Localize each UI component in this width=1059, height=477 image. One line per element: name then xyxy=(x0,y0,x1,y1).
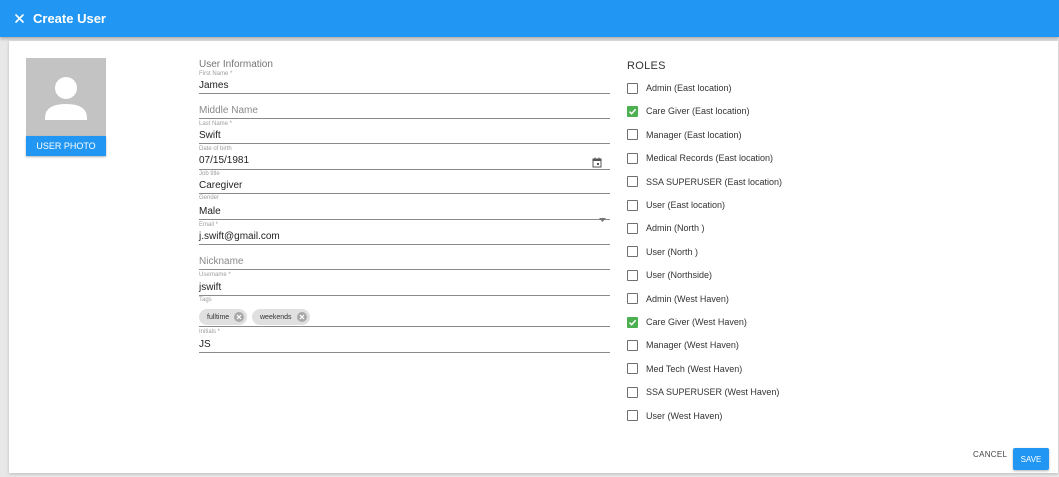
tag-chip-label: fulltime xyxy=(207,313,230,321)
date-of-birth-field[interactable]: Date of birth 07/15/1981 xyxy=(199,146,610,170)
role-label: SSA SUPERUSER (West Haven) xyxy=(646,387,780,398)
roles-title: ROLES xyxy=(627,60,666,72)
app-bar: Create User xyxy=(0,0,1059,37)
role-checkbox[interactable] xyxy=(627,129,638,141)
role-checkbox[interactable] xyxy=(627,82,638,94)
initials-value: JS xyxy=(199,339,211,350)
nickname-placeholder: Nickname xyxy=(199,256,244,267)
remove-tag-icon[interactable] xyxy=(296,312,307,322)
role-item[interactable]: Care Giver (West Haven) xyxy=(627,315,747,329)
role-label: Manager (East location) xyxy=(646,129,742,140)
role-checkbox[interactable] xyxy=(627,363,638,375)
role-item[interactable]: Manager (West Haven) xyxy=(627,338,739,352)
role-item[interactable]: User (East location) xyxy=(627,198,725,212)
role-checkbox[interactable] xyxy=(627,269,638,281)
save-button[interactable]: SAVE xyxy=(1013,448,1049,470)
role-checkbox[interactable] xyxy=(627,410,638,422)
role-item[interactable]: SSA SUPERUSER (East location) xyxy=(627,175,782,189)
nickname-field[interactable]: Nickname xyxy=(199,251,610,270)
role-checkbox[interactable] xyxy=(627,293,638,305)
last-name-label: Last Name * xyxy=(199,121,233,127)
page-title: Create User xyxy=(33,11,106,26)
role-item[interactable]: User (West Haven) xyxy=(627,409,722,423)
role-label: Manager (West Haven) xyxy=(646,340,739,351)
email-field[interactable]: Email * j.swift@gmail.com xyxy=(199,222,610,245)
job-title-field[interactable]: Job title Caregiver xyxy=(199,171,610,194)
initials-field[interactable]: Initials * JS xyxy=(199,329,610,353)
role-checkbox[interactable] xyxy=(627,176,638,188)
job-title-label: Job title xyxy=(199,171,220,177)
checkmark-icon xyxy=(628,108,637,115)
tags-label: Tags xyxy=(199,297,212,303)
role-checkbox[interactable] xyxy=(627,339,638,351)
username-label: Username * xyxy=(199,272,231,278)
role-checkbox[interactable] xyxy=(627,152,638,164)
last-name-value: Swift xyxy=(199,130,221,141)
role-item[interactable]: Admin (North ) xyxy=(627,221,705,235)
username-field[interactable]: Username * jswift xyxy=(199,272,610,296)
role-checkbox[interactable] xyxy=(627,199,638,211)
role-checkbox[interactable] xyxy=(627,105,638,117)
person-icon xyxy=(45,77,87,120)
cancel-button[interactable]: CANCEL xyxy=(973,450,1007,459)
role-checkbox[interactable] xyxy=(627,222,638,234)
user-photo-placeholder xyxy=(26,58,106,138)
date-of-birth-label: Date of birth xyxy=(199,146,232,152)
first-name-label: First Name * xyxy=(199,71,233,77)
role-item[interactable]: Admin (East location) xyxy=(627,81,732,95)
date-of-birth-value: 07/15/1981 xyxy=(199,155,250,166)
checkmark-icon xyxy=(628,319,637,326)
section-title-user-information: User Information xyxy=(199,59,273,70)
gender-value: Male xyxy=(199,206,221,217)
role-label: Medical Records (East location) xyxy=(646,153,774,164)
first-name-field[interactable]: First Name * James xyxy=(199,71,610,94)
email-value: j.swift@gmail.com xyxy=(199,231,280,242)
role-label: Admin (West Haven) xyxy=(646,293,729,304)
email-label: Email * xyxy=(199,222,219,228)
role-item[interactable]: SSA SUPERUSER (West Haven) xyxy=(627,385,779,399)
create-user-form: USER PHOTO User Information First Name *… xyxy=(9,41,1058,473)
role-label: Care Giver (West Haven) xyxy=(646,317,747,327)
job-title-value: Caregiver xyxy=(199,180,243,191)
tags-field[interactable]: Tags fulltime weekends xyxy=(199,297,610,327)
role-label: User (East location) xyxy=(646,200,726,210)
first-name-value: James xyxy=(199,80,229,91)
role-label: SSA SUPERUSER (East location) xyxy=(646,176,783,187)
role-item[interactable]: Care Giver (East location) xyxy=(627,104,750,118)
middle-name-field[interactable]: Middle Name xyxy=(199,99,610,119)
role-item[interactable]: User (North ) xyxy=(627,245,698,259)
role-label: Med Tech (West Haven) xyxy=(646,363,743,374)
tag-chip: fulltime xyxy=(199,309,247,325)
gender-label: Gender xyxy=(199,195,220,201)
role-item[interactable]: Manager (East location) xyxy=(627,128,742,142)
role-label: User (North ) xyxy=(646,246,699,257)
close-icon[interactable] xyxy=(12,12,26,26)
initials-label: Initials * xyxy=(199,329,221,335)
role-checkbox[interactable] xyxy=(627,316,638,328)
role-item[interactable]: Med Tech (West Haven) xyxy=(627,362,742,376)
tag-chip: weekends xyxy=(252,309,310,325)
gender-select[interactable]: Gender Male xyxy=(199,195,610,222)
username-value: jswift xyxy=(199,282,222,293)
remove-tag-icon[interactable] xyxy=(234,312,245,322)
user-photo-button[interactable]: USER PHOTO xyxy=(26,136,106,156)
role-label: User (Northside) xyxy=(646,270,713,281)
role-label: Admin (North ) xyxy=(646,223,705,234)
role-item[interactable]: User (Northside) xyxy=(627,268,712,282)
last-name-field[interactable]: Last Name * Swift xyxy=(199,121,610,144)
role-label: Admin (East location) xyxy=(646,83,732,93)
role-label: User (West Haven) xyxy=(646,410,723,421)
tag-chip-label: weekends xyxy=(260,313,292,321)
role-item[interactable]: Medical Records (East location) xyxy=(627,151,773,165)
role-checkbox[interactable] xyxy=(627,246,638,258)
middle-name-placeholder: Middle Name xyxy=(199,105,258,116)
role-label: Care Giver (East location) xyxy=(646,106,750,117)
role-checkbox[interactable] xyxy=(627,386,638,398)
role-item[interactable]: Admin (West Haven) xyxy=(627,292,729,306)
